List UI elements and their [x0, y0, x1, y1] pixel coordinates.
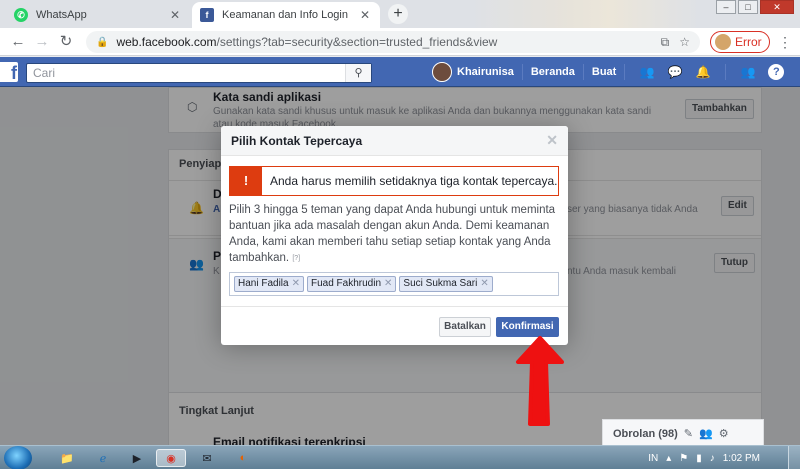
contact-token: Hani Fadila ✕ [234, 276, 304, 292]
dialog-body: Pilih 3 hingga 5 teman yang dapat Anda h… [229, 202, 559, 267]
messenger-icon[interactable]: 💬 [667, 65, 683, 79]
facebook-search-input[interactable]: Cari ⚲ [26, 63, 372, 83]
facebook-icon: f [200, 8, 214, 22]
close-window-icon[interactable]: ✕ [760, 0, 794, 14]
contact-token-label: Hani Fadila [238, 278, 289, 289]
close-tab-icon[interactable]: ✕ [358, 8, 372, 22]
file-explorer-icon[interactable]: 📁 [52, 449, 82, 467]
help-link[interactable]: [?] [292, 255, 300, 262]
annotation-arrow-icon [516, 336, 564, 426]
create-link[interactable]: Buat [592, 66, 616, 78]
user-name-link[interactable]: Khairunisa [457, 66, 514, 78]
volume-icon[interactable]: ♪ [710, 453, 715, 464]
user-avatar[interactable] [432, 62, 452, 82]
facebook-top-bar: f Cari ⚲ Khairunisa Beranda Buat 👥 💬 🔔 👥… [0, 57, 800, 87]
url-path: /settings?tab=security&section=trusted_f… [216, 35, 498, 49]
system-tray: IN ▴ ⚑ ▮ ♪ 1:02 PM [640, 446, 760, 469]
trusted-contacts-dialog: Pilih Kontak Tepercaya ✕ ! Anda harus me… [221, 126, 568, 345]
app-icon[interactable]: ✉ [192, 449, 222, 467]
minimize-icon[interactable]: – [716, 0, 736, 14]
dialog-header: Pilih Kontak Tepercaya ✕ [221, 126, 568, 156]
dialog-title: Pilih Kontak Tepercaya [231, 133, 363, 148]
dialog-instructions: Pilih 3 hingga 5 teman yang dapat Anda h… [229, 204, 556, 264]
account-dropdown-icon[interactable]: ▾ [796, 65, 800, 79]
tab-title: WhatsApp [36, 9, 87, 21]
url-host: web.facebook.com [116, 35, 217, 49]
home-link[interactable]: Beranda [531, 66, 575, 78]
contact-token: Suci Sukma Sari ✕ [399, 276, 493, 292]
new-group-icon[interactable]: 👥 [699, 427, 713, 440]
more-menu-icon[interactable]: ⋮ [778, 32, 792, 52]
search-icon[interactable]: ⚲ [345, 64, 371, 82]
internet-explorer-icon[interactable]: ℯ [88, 449, 118, 467]
clock[interactable]: 1:02 PM [723, 453, 760, 464]
profile-avatar-icon [715, 34, 731, 50]
contacts-token-input[interactable]: Hani Fadila ✕ Fuad Fakhrudin ✕ Suci Sukm… [229, 272, 559, 296]
profile-error-button[interactable]: Error [710, 31, 770, 53]
notifications-bell-icon[interactable]: 🔔 [695, 65, 711, 79]
tray-arrow-icon[interactable]: ▴ [666, 453, 671, 464]
remove-token-icon[interactable]: ✕ [480, 277, 488, 291]
chat-label: Obrolan (98) [613, 427, 678, 440]
quick-help-people-icon[interactable]: 👥 [740, 65, 756, 79]
network-icon[interactable]: ▮ [696, 453, 702, 464]
friend-requests-icon[interactable]: 👥 [639, 65, 655, 79]
chrome-icon[interactable]: ◉ [156, 449, 186, 467]
browser-tab-strip: ✆ WhatsApp ✕ f Keamanan dan Info Login ✕… [0, 0, 800, 28]
nav-divider [521, 64, 523, 80]
media-player-icon[interactable]: ▶ [122, 449, 152, 467]
profile-status: Error [735, 35, 762, 49]
contact-token-label: Fuad Fakhrudin [310, 278, 382, 289]
address-bar[interactable]: 🔒 web.facebook.com/settings?tab=security… [86, 31, 700, 53]
contact-token-label: Suci Sukma Sari [403, 278, 478, 289]
nav-divider [624, 64, 626, 80]
close-dialog-icon[interactable]: ✕ [546, 132, 558, 149]
windows-taskbar: 📁 ℯ ▶ ◉ ✉ ◐ IN ▴ ⚑ ▮ ♪ 1:02 PM [0, 445, 800, 469]
reload-icon[interactable]: ↻ [56, 32, 76, 52]
remove-token-icon[interactable]: ✕ [384, 277, 392, 291]
tab-whatsapp[interactable]: ✆ WhatsApp ✕ [6, 2, 190, 28]
nav-divider [725, 64, 727, 80]
warning-icon: ! [230, 167, 262, 195]
facebook-nav: Khairunisa Beranda Buat 👥 💬 🔔 👥 ? ▾ [432, 57, 800, 87]
forward-arrow-icon[interactable]: → [32, 32, 52, 52]
facebook-logo[interactable]: f [0, 62, 18, 83]
remove-token-icon[interactable]: ✕ [292, 277, 300, 291]
start-button-icon[interactable] [4, 446, 32, 469]
error-message: Anda harus memilih setidaknya tiga konta… [270, 174, 558, 188]
new-tab-button[interactable]: + [388, 4, 408, 24]
whatsapp-icon: ✆ [14, 8, 28, 22]
browser-toolbar: ← → ↻ 🔒 web.facebook.com/settings?tab=se… [0, 28, 800, 56]
show-desktop-button[interactable] [788, 446, 800, 469]
tab-title: Keamanan dan Info Login [222, 9, 348, 21]
language-indicator[interactable]: IN [648, 453, 658, 464]
chat-settings-gear-icon[interactable]: ⚙ [719, 427, 729, 440]
maximize-icon[interactable]: □ [738, 0, 758, 14]
search-placeholder: Cari [33, 66, 56, 80]
firefox-icon[interactable]: ◐ [228, 449, 258, 467]
theme-decoration [470, 0, 700, 28]
help-question-icon[interactable]: ? [768, 64, 785, 80]
back-arrow-icon[interactable]: ← [8, 32, 28, 52]
nav-divider [582, 64, 584, 80]
tab-facebook-security[interactable]: f Keamanan dan Info Login ✕ [192, 2, 380, 28]
close-tab-icon[interactable]: ✕ [168, 8, 182, 22]
cancel-button[interactable]: Batalkan [439, 317, 491, 337]
translate-icon[interactable]: ⧉ [661, 35, 670, 50]
action-center-icon[interactable]: ⚑ [679, 453, 688, 464]
error-banner: ! Anda harus memilih setidaknya tiga kon… [229, 166, 559, 196]
contact-token: Fuad Fakhrudin ✕ [306, 276, 397, 292]
lock-icon: 🔒 [96, 36, 109, 48]
chat-bar[interactable]: Obrolan (98) ✎ 👥 ⚙ [602, 419, 764, 447]
compose-icon[interactable]: ✎ [684, 427, 693, 440]
bookmark-star-icon[interactable]: ☆ [679, 35, 690, 50]
window-controls: – □ ✕ [714, 0, 794, 14]
